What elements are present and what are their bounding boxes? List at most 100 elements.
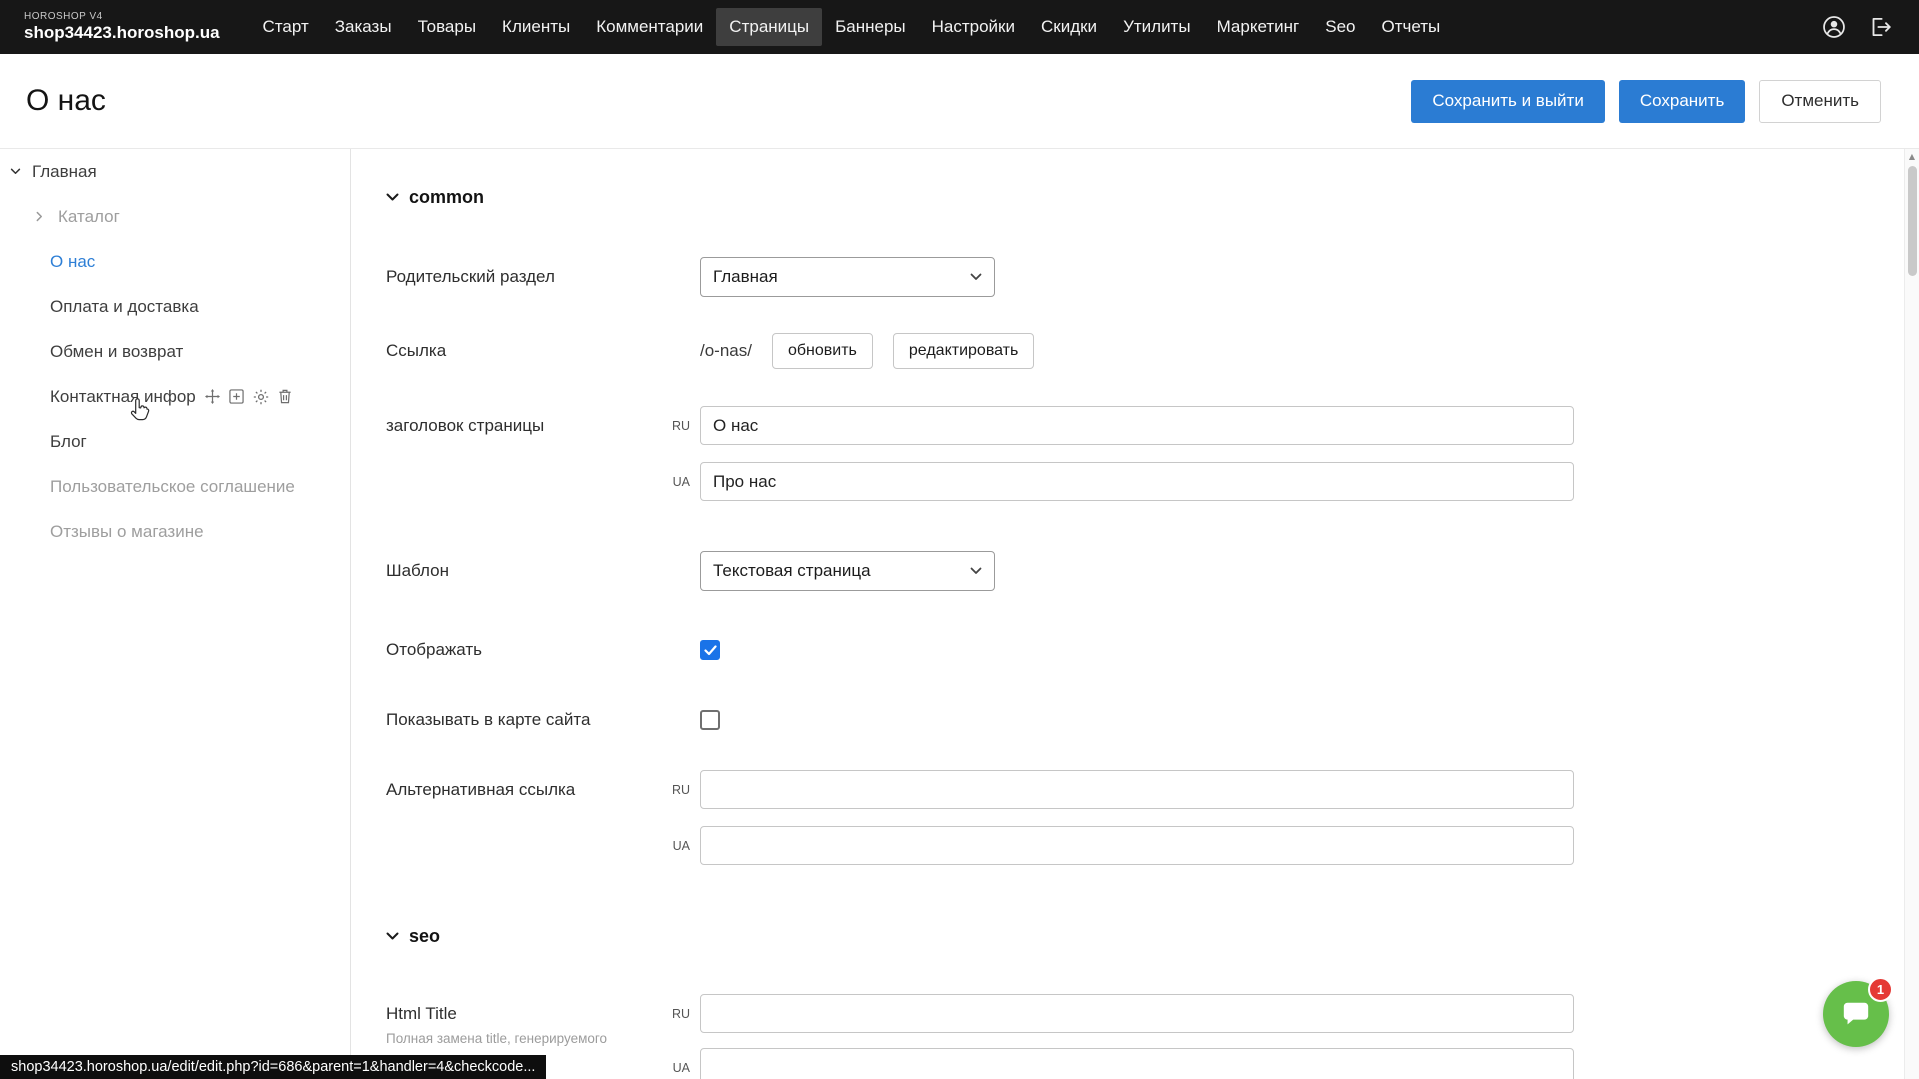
status-url: shop34423.horoshop.ua/edit/edit.php?id=6… xyxy=(11,1059,535,1075)
nav-clients[interactable]: Клиенты xyxy=(489,8,583,46)
nav-marketing[interactable]: Маркетинг xyxy=(1204,8,1313,46)
refresh-link-button[interactable]: обновить xyxy=(772,333,873,369)
vertical-scrollbar[interactable]: ▲ xyxy=(1904,149,1919,1079)
tree-item-blog[interactable]: Блог xyxy=(0,419,350,464)
nav-settings[interactable]: Настройки xyxy=(919,8,1028,46)
settings-gear-icon[interactable] xyxy=(253,389,269,405)
tree-item-user-agreement[interactable]: Пользовательское соглашение xyxy=(0,464,350,509)
tree-item-exchange-return[interactable]: Обмен и возврат xyxy=(0,329,350,374)
section-seo[interactable]: seo xyxy=(386,924,1919,948)
tree-item-about[interactable]: О нас xyxy=(0,239,350,284)
sitemap-checkbox[interactable] xyxy=(700,710,720,730)
chat-unread-badge: 1 xyxy=(1868,977,1893,1002)
tree-item-label: Блог xyxy=(50,432,87,452)
parent-section-row: Родительский раздел Главная xyxy=(386,257,1919,297)
save-button[interactable]: Сохранить xyxy=(1619,80,1745,123)
pages-tree-sidebar: Главная Каталог О нас Оплата и доставка … xyxy=(0,149,351,1079)
display-row: Отображать xyxy=(386,640,1919,660)
logo[interactable]: HOROSHOP V4 shop34423.horoshop.ua xyxy=(0,11,250,42)
nav-products[interactable]: Товары xyxy=(405,8,489,46)
page-title-ua-row: UA xyxy=(386,462,1919,501)
save-and-exit-button[interactable]: Сохранить и выйти xyxy=(1411,80,1604,123)
content-area: Главная Каталог О нас Оплата и доставка … xyxy=(0,149,1919,1079)
nav-utilities[interactable]: Утилиты xyxy=(1110,8,1204,46)
tree-item-label: Оплата и доставка xyxy=(50,297,199,317)
tree-item-label: Контактная инфор xyxy=(50,387,196,407)
nav-pages[interactable]: Страницы xyxy=(716,8,822,46)
alt-link-ua-input[interactable] xyxy=(700,826,1574,865)
chevron-down-icon xyxy=(386,932,399,940)
header-buttons: Сохранить и выйти Сохранить Отменить xyxy=(1411,80,1881,123)
add-page-icon[interactable] xyxy=(229,389,244,404)
logout-icon[interactable] xyxy=(1867,14,1893,40)
section-title: common xyxy=(409,187,484,208)
field-label: Альтернативная ссылка xyxy=(386,780,666,800)
section-common[interactable]: common xyxy=(386,185,1919,209)
sitemap-row: Показывать в карте сайта xyxy=(386,710,1919,730)
nav-orders[interactable]: Заказы xyxy=(322,8,405,46)
nav-banners[interactable]: Баннеры xyxy=(822,8,919,46)
tree-item-label: Каталог xyxy=(58,207,120,227)
page-title-ua-input[interactable] xyxy=(700,462,1574,501)
chevron-down-icon xyxy=(386,193,399,201)
logo-domain: shop34423.horoshop.ua xyxy=(24,23,220,43)
logo-version: HOROSHOP V4 xyxy=(24,11,220,23)
html-title-ua-input[interactable] xyxy=(700,1048,1574,1079)
parent-section-select[interactable]: Главная xyxy=(700,257,995,297)
html-title-ua-row: UA xyxy=(386,1048,1919,1079)
tree-item-label: Обмен и возврат xyxy=(50,342,183,362)
cancel-button[interactable]: Отменить xyxy=(1759,80,1881,123)
alt-link-ru-row: Альтернативная ссылка RU xyxy=(386,770,1919,809)
select-value: Главная xyxy=(713,267,778,287)
field-label: заголовок страницы xyxy=(386,416,666,436)
delete-trash-icon[interactable] xyxy=(278,389,292,404)
chat-widget-button[interactable]: 1 xyxy=(1823,981,1889,1047)
lang-ua-badge: UA xyxy=(666,839,700,853)
tree-item-catalog[interactable]: Каталог xyxy=(0,194,350,239)
tree-item-label: Главная xyxy=(32,162,97,182)
nav-comments[interactable]: Комментарии xyxy=(583,8,716,46)
tree-item-store-reviews[interactable]: Отзывы о магазине xyxy=(0,509,350,554)
field-label: Показывать в карте сайта xyxy=(386,710,700,730)
nav-discounts[interactable]: Скидки xyxy=(1028,8,1110,46)
html-title-ru-input[interactable] xyxy=(700,994,1574,1033)
chat-bubble-icon xyxy=(1841,999,1871,1029)
template-select[interactable]: Текстовая страница xyxy=(700,551,995,591)
lang-ru-badge: RU xyxy=(666,783,700,797)
scrollbar-thumb[interactable] xyxy=(1908,166,1917,276)
page-title-ru-row: заголовок страницы RU xyxy=(386,406,1919,445)
chevron-right-icon[interactable] xyxy=(36,211,58,222)
edit-link-button[interactable]: редактировать xyxy=(893,333,1034,369)
page-title-ru-input[interactable] xyxy=(700,406,1574,445)
field-label: Html Title xyxy=(386,1004,666,1024)
tree-item-label: О нас xyxy=(50,252,95,272)
field-label: Отображать xyxy=(386,640,700,660)
lang-ru-badge: RU xyxy=(666,419,700,433)
select-value: Текстовая страница xyxy=(713,561,871,581)
tree-item-payment-delivery[interactable]: Оплата и доставка xyxy=(0,284,350,329)
nav-seo[interactable]: Seo xyxy=(1312,8,1368,46)
account-icon[interactable] xyxy=(1821,14,1847,40)
tree-row-actions xyxy=(205,389,292,405)
main-nav: Старт Заказы Товары Клиенты Комментарии … xyxy=(250,8,1454,46)
scroll-up-arrow-icon[interactable]: ▲ xyxy=(1905,152,1919,161)
field-label: Ссылка xyxy=(386,341,700,361)
section-title: seo xyxy=(409,926,440,947)
field-label: Родительский раздел xyxy=(386,267,700,287)
chevron-down-icon[interactable] xyxy=(10,168,32,175)
page-title: О нас xyxy=(26,84,106,118)
move-icon[interactable] xyxy=(205,389,220,404)
field-hint: Полная замена title, генерируемого xyxy=(386,1031,607,1046)
display-checkbox[interactable] xyxy=(700,640,720,660)
tree-item-contact-info[interactable]: Контактная инфор xyxy=(0,374,350,419)
nav-start[interactable]: Старт xyxy=(250,8,322,46)
alt-link-ru-input[interactable] xyxy=(700,770,1574,809)
tree-item-label: Отзывы о магазине xyxy=(50,522,204,542)
page-header: О нас Сохранить и выйти Сохранить Отмени… xyxy=(0,54,1919,149)
alt-link-ua-row: UA xyxy=(386,826,1919,865)
tree-item-home[interactable]: Главная xyxy=(0,149,350,194)
lang-ua-badge: UA xyxy=(666,1061,700,1075)
link-path: /o-nas/ xyxy=(700,341,752,361)
template-row: Шаблон Текстовая страница xyxy=(386,551,1919,591)
nav-reports[interactable]: Отчеты xyxy=(1368,8,1453,46)
